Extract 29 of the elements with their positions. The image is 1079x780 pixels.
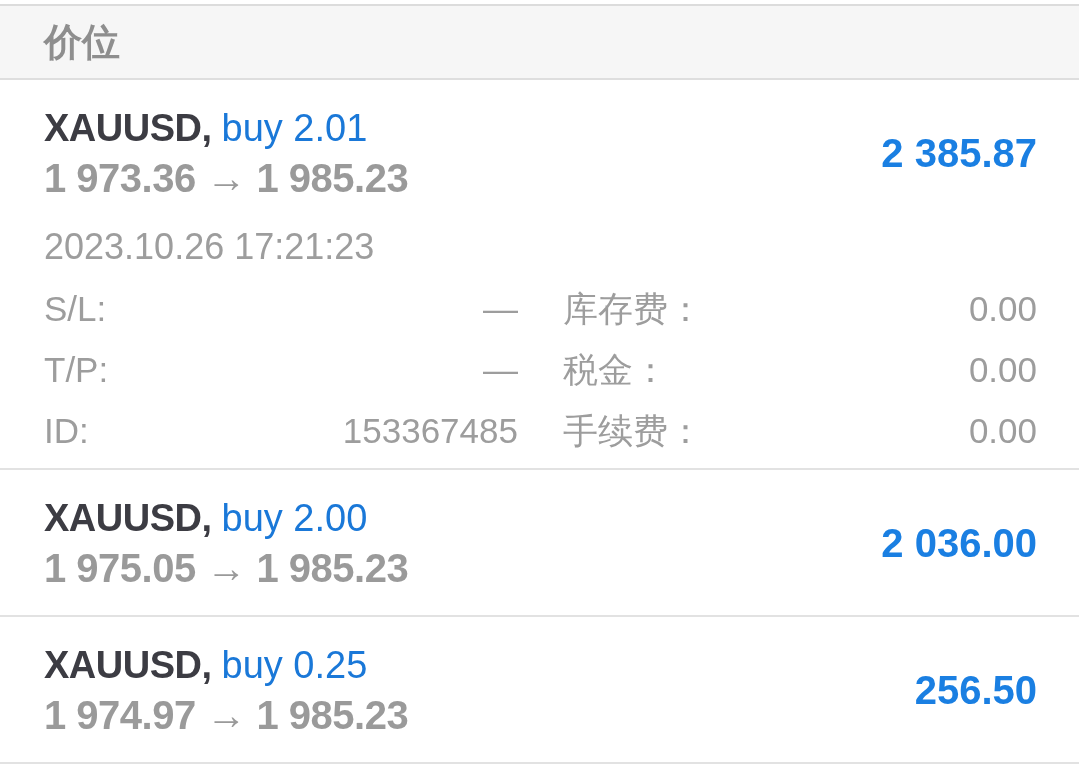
position-item[interactable]: XAUUSD, buy 2.01 1 973.36 → 1 985.23 2 385.87 2023.10.26 17:21:23 S/L: — 库存费： 0.00 T/P: — 税金： 0.00 ID: 153367485 手续费： 0.00 — [0, 80, 1079, 470]
detail-label: 税金： — [563, 348, 668, 391]
order-type-text: buy 0.25 — [221, 643, 368, 688]
price-change-text: 1 975.05 → 1 985.23 — [44, 545, 409, 592]
detail-value: — — [483, 287, 518, 330]
detail-value: 0.00 — [968, 348, 1037, 391]
price-change-text: 1 974.97 → 1 985.23 — [44, 692, 409, 739]
detail-label: 手续费： — [563, 409, 703, 452]
detail-label: 库存费： — [563, 287, 703, 330]
profit-value: 2 036.00 — [881, 520, 1037, 567]
open-time-text: 2023.10.26 17:21:23 — [44, 225, 375, 269]
position-item[interactable]: XAUUSD, buy 0.25 1 974.97 → 1 985.23 256.50 — [0, 617, 1079, 764]
price-change-text: 1 973.36 → 1 985.23 — [44, 155, 409, 202]
order-type-text: buy 2.00 — [221, 496, 368, 541]
symbol-text: XAUUSD, — [44, 496, 212, 541]
section-title: 价位 — [44, 20, 120, 65]
position-item[interactable]: XAUUSD, buy 2.00 1 975.05 → 1 985.23 2 036.00 — [0, 470, 1079, 617]
profit-value: 2 385.87 — [881, 130, 1037, 177]
detail-value: 153367485 — [342, 409, 518, 452]
detail-value: 0.00 — [968, 409, 1037, 452]
detail-label: ID: — [44, 409, 89, 452]
order-type-text: buy 2.01 — [221, 106, 368, 151]
detail-value: 0.00 — [968, 287, 1037, 330]
profit-value: 256.50 — [914, 667, 1037, 714]
detail-label: T/P: — [44, 348, 109, 391]
detail-value: — — [483, 348, 518, 391]
symbol-text: XAUUSD, — [44, 643, 212, 688]
symbol-text: XAUUSD, — [44, 106, 212, 151]
detail-label: S/L: — [44, 287, 107, 330]
